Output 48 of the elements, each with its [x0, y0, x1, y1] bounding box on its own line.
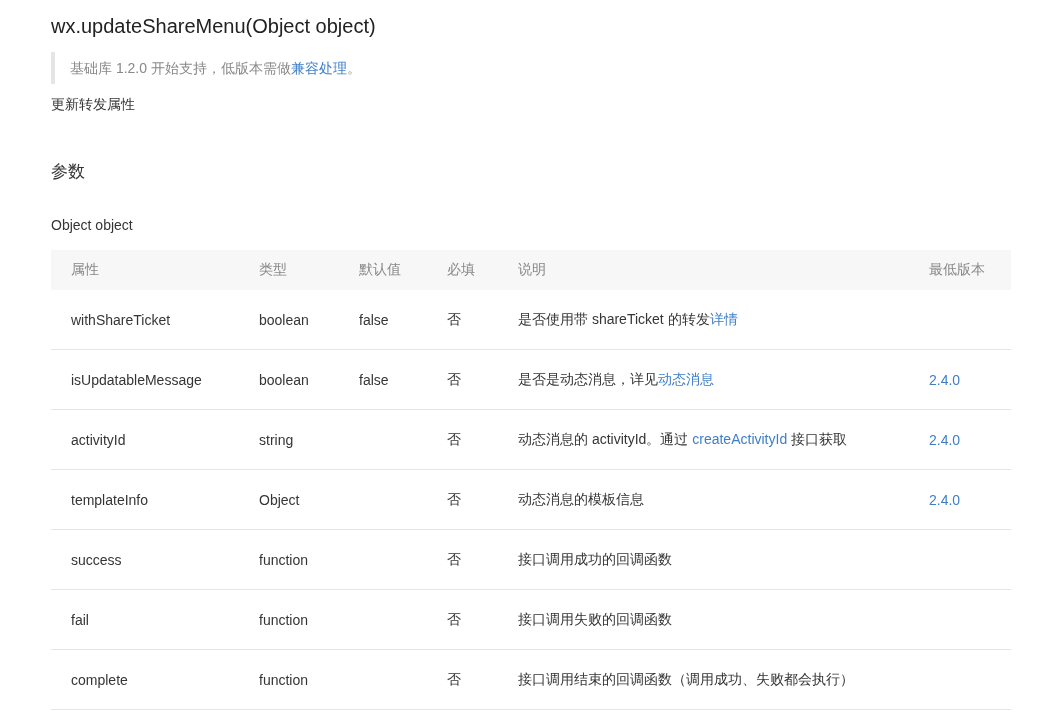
table-cell: 动态消息的模板信息	[518, 469, 929, 530]
table-cell: activityId	[51, 409, 259, 470]
page-title: wx.updateShareMenu(Object object)	[51, 14, 377, 39]
parameter-label: Object object	[51, 216, 134, 235]
table-cell: 否	[447, 409, 518, 470]
table-cell: function	[259, 649, 359, 710]
link[interactable]: 兼容处理	[290, 60, 347, 76]
table-cell: function	[259, 589, 359, 650]
table-cell: 否	[447, 469, 518, 530]
table-cell: withShareTicket	[51, 290, 259, 350]
column-header: 属性	[51, 250, 259, 290]
column-header: 必填	[447, 250, 518, 290]
table-cell: success	[51, 529, 259, 590]
table-cell: 是否是动态消息，详见动态消息	[518, 349, 929, 410]
link[interactable]: 动态消息	[658, 370, 714, 387]
table-cell: 接口调用结束的回调函数（调用成功、失败都会执行）	[518, 649, 929, 710]
table-cell: complete	[51, 649, 259, 710]
description-text: 更新转发属性	[51, 95, 136, 114]
column-header: 类型	[259, 250, 359, 290]
table-cell: 否	[447, 589, 518, 650]
column-header: 说明	[518, 250, 929, 290]
version-link[interactable]: 2.4.0	[929, 371, 961, 388]
table-cell: function	[259, 529, 359, 590]
column-header: 默认值	[359, 250, 447, 290]
column-header: 最低版本	[929, 250, 1011, 290]
table-cell: 否	[447, 290, 518, 350]
version-link[interactable]: 2.4.0	[929, 431, 961, 448]
table-cell: false	[359, 290, 447, 350]
table-cell: 是否使用带 shareTicket 的转发详情	[518, 290, 929, 350]
table-cell: 接口调用失败的回调函数	[518, 589, 929, 650]
table-cell: 否	[447, 349, 518, 410]
table-cell: 否	[447, 649, 518, 710]
table-cell: false	[359, 349, 447, 410]
link[interactable]: createActivityId	[692, 430, 788, 447]
table-cell: Object	[259, 469, 359, 530]
table-cell: string	[259, 409, 359, 470]
notice-text: 基础库 1.2.0 开始支持，低版本需做兼容处理。	[70, 59, 362, 78]
link[interactable]: 详情	[709, 310, 738, 327]
table-cell: boolean	[259, 290, 359, 350]
table-cell: boolean	[259, 349, 359, 410]
table-cell: 否	[447, 529, 518, 590]
section-heading: 参数	[51, 161, 86, 183]
version-link[interactable]: 2.4.0	[929, 491, 961, 508]
table-cell: templateInfo	[51, 469, 259, 530]
table-cell: 接口调用成功的回调函数	[518, 529, 929, 590]
table-cell: 动态消息的 activityId。通过 createActivityId 接口获取	[518, 409, 929, 470]
table-cell: isUpdatableMessage	[51, 349, 259, 410]
table-cell: fail	[51, 589, 259, 650]
